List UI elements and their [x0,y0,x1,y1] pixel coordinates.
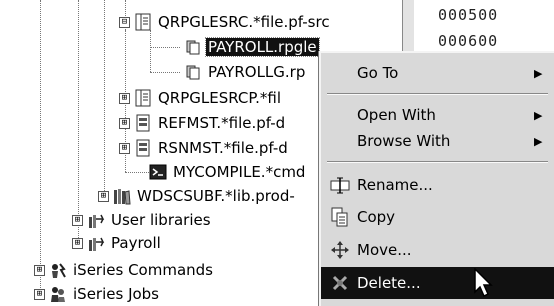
menu-item-label: Rename... [357,176,433,194]
expand-toggle[interactable]: ⊞ [34,288,45,300]
menu-item-label: Browse With [357,132,451,150]
tree-item-qrpglesrcp[interactable]: ⊞ QRPGLESRCP.*fil [119,88,283,108]
menu-separator [327,161,548,163]
tree-item-payroll-rpgle[interactable]: PAYROLL.rpgle [184,37,320,57]
data-file-icon [134,114,152,132]
tree-connector [150,72,180,73]
submenu-arrow-icon: ▶ [534,66,543,80]
tree-item-label: iSeries Commands [73,261,213,279]
menu-item-rename[interactable]: Rename... [321,169,554,201]
menu-item-label: Delete... [357,274,421,292]
submenu-arrow-icon: ▶ [534,108,543,122]
line-number: 000600 [438,32,499,50]
tree-item-label: WDSCSUBF.*lib.prod- [137,187,295,205]
delete-icon [329,272,351,294]
user-libraries-icon [87,211,105,229]
copy-icon [329,206,351,228]
submenu-arrow-icon: ▶ [534,134,543,148]
menu-item-copy[interactable]: Copy [321,201,554,233]
tree-item-label: RSNMST.*file.pf-d [158,139,288,157]
tree-item-label: iSeries Jobs [73,285,160,303]
tree-item-label: Payroll [111,234,161,252]
tree-connector [40,0,41,300]
source-file-icon [134,13,152,31]
tree-item-label: QRPGLESRCP.*fil [158,89,281,107]
expand-toggle[interactable]: ⊞ [72,237,83,249]
tree-item-refmst[interactable]: ⊞ REFMST.*file.pf-d [119,113,287,133]
tree-item-qrpglesrc[interactable]: ⊟ QRPGLESRC.*file.pf-src [119,12,332,32]
context-menu: Go To ▶ Open With ▶ Browse With ▶ Rename… [319,51,554,306]
tree-item-iseries-commands[interactable]: ⊞ iSeries Commands [34,260,215,280]
rename-icon [329,174,351,196]
member-icon [184,63,202,81]
tree-item-payroll[interactable]: ⊞ Payroll [72,233,163,253]
expand-toggle[interactable]: ⊞ [119,142,130,154]
member-icon [184,38,202,56]
jobs-icon [49,285,67,303]
menu-item-delete[interactable]: Delete... [321,267,554,299]
commands-icon [49,261,67,279]
tree-item-label: QRPGLESRC.*file.pf-src [158,13,330,31]
data-file-icon [134,139,152,157]
tree-item-rsnmst[interactable]: ⊞ RSNMST.*file.pf-d [119,138,290,158]
source-file-icon [134,89,152,107]
tree-item-label: PAYROLL.rpgle [205,37,320,57]
tree-item-label: REFMST.*file.pf-d [158,114,286,132]
expand-toggle[interactable]: ⊞ [119,92,130,104]
expand-toggle[interactable]: ⊞ [72,214,83,226]
expand-toggle[interactable]: ⊞ [98,190,109,202]
tree-item-wdscsubf[interactable]: ⊞ WDSCSUBF.*lib.prod- [98,186,297,206]
tree-connector [150,47,180,48]
expand-toggle[interactable]: ⊞ [119,117,130,129]
menu-item-label: Open With [357,106,436,124]
line-number: 000500 [438,6,499,24]
command-icon [149,163,167,181]
menu-item-label: Go To [357,64,399,82]
mouse-pointer-icon [474,267,494,298]
tree-item-user-libraries[interactable]: ⊞ User libraries [72,210,213,230]
tree-item-label: MYCOMPILE.*cmd [173,163,306,181]
menu-item-label: Move... [357,241,412,259]
tree-item-mycompile[interactable]: MYCOMPILE.*cmd [134,162,307,182]
tree-connector [104,0,105,195]
user-libraries-icon [87,234,105,252]
expand-toggle[interactable]: ⊞ [34,264,45,276]
library-icon [113,187,131,205]
tree-item-label: User libraries [111,211,211,229]
menu-item-move[interactable]: Move... [321,234,554,266]
menu-item-go-to[interactable]: Go To ▶ [321,57,554,89]
collapse-toggle[interactable]: ⊟ [119,16,130,28]
menu-separator [327,93,548,95]
menu-item-browse-with[interactable]: Browse With ▶ [321,125,554,157]
tree-item-label: PAYROLLG.rp [208,63,306,81]
move-icon [329,239,351,261]
tree-connector [78,0,79,242]
menu-item-label: Copy [357,208,396,226]
tree-item-payrollg[interactable]: PAYROLLG.rp [184,62,307,82]
tree-connector [150,30,151,72]
tree-item-iseries-jobs[interactable]: ⊞ iSeries Jobs [34,284,161,304]
